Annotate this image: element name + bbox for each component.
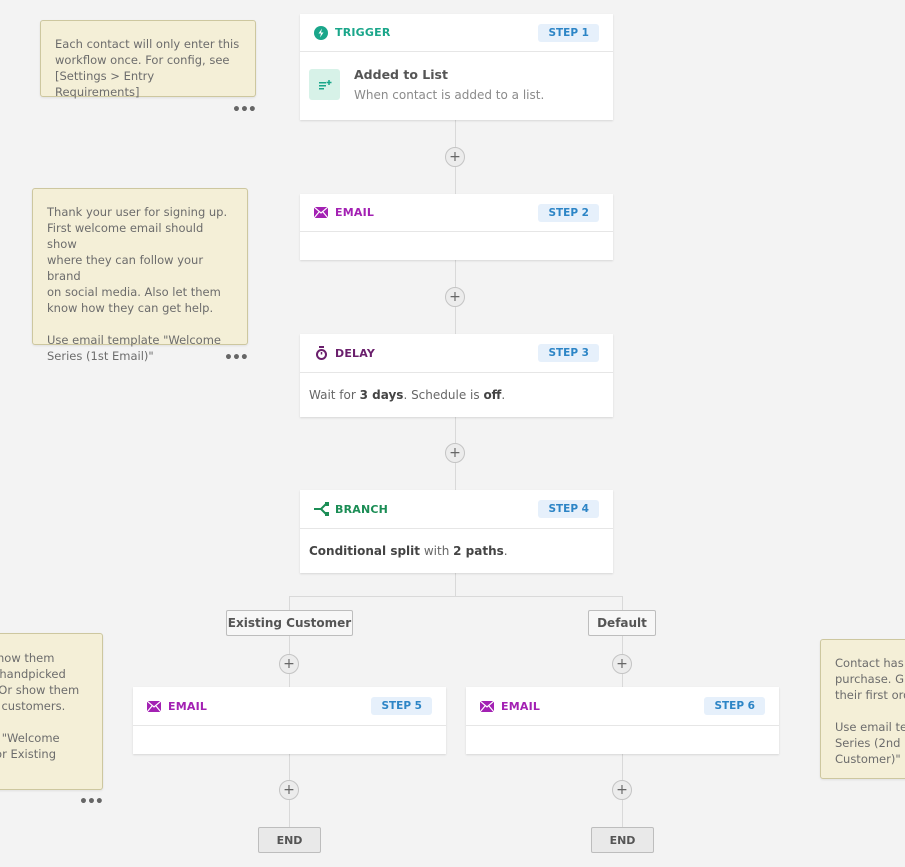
step-type: BRANCH (335, 502, 389, 516)
add-step-button[interactable]: + (612, 654, 632, 674)
branch-type: Conditional split (309, 544, 421, 558)
trigger-card[interactable]: TRIGGER STEP 1 Added to List When contac… (300, 14, 613, 120)
delay-summary: Wait for 3 days. Schedule is off. (300, 373, 613, 417)
delay-text: Wait for (309, 388, 360, 402)
email-card-step-5[interactable]: EMAIL STEP 5 (133, 687, 446, 754)
note-menu-button[interactable]: ••• (224, 350, 249, 366)
add-step-button[interactable]: + (445, 287, 465, 307)
trigger-subtitle: When contact is added to a list. (354, 88, 545, 102)
schedule-state: off (483, 388, 502, 402)
envelope-icon (479, 698, 495, 714)
step-badge: STEP 1 (538, 23, 599, 42)
envelope-icon (146, 698, 162, 714)
step-badge: STEP 2 (538, 203, 599, 222)
stopwatch-icon (313, 345, 329, 361)
branch-label-default[interactable]: Default (588, 610, 656, 636)
trigger-title: Added to List (354, 67, 448, 82)
branch-text: . (503, 544, 508, 558)
step-type: EMAIL (168, 699, 208, 713)
delay-text: . (501, 388, 506, 402)
add-step-button[interactable]: + (612, 780, 632, 800)
branch-icon (313, 501, 329, 517)
branch-card[interactable]: BRANCH STEP 4 Conditional split with 2 p… (300, 490, 613, 573)
note-default[interactable]: Contact has n purchase. Giv their first … (820, 639, 905, 779)
branch-label-existing-customer[interactable]: Existing Customer (226, 610, 353, 636)
step-badge: STEP 4 (538, 500, 599, 518)
add-step-button[interactable]: + (445, 147, 465, 167)
connector (289, 596, 623, 597)
delay-duration: 3 days (359, 388, 404, 402)
note-entry[interactable]: Each contact will only enter this workfl… (40, 20, 256, 99)
envelope-icon (313, 205, 329, 221)
branch-summary: Conditional split with 2 paths. (300, 529, 613, 573)
end-node: END (258, 827, 321, 853)
email-card-step-6[interactable]: EMAIL STEP 6 (466, 687, 779, 754)
add-step-button[interactable]: + (445, 443, 465, 463)
step-type: EMAIL (501, 699, 541, 713)
connector (455, 573, 456, 596)
step-badge: STEP 6 (704, 697, 765, 715)
add-step-button[interactable]: + (279, 654, 299, 674)
delay-text: . Schedule is (403, 388, 484, 402)
note-welcome[interactable]: Thank your user for signing up. First we… (32, 188, 248, 363)
lightning-icon (313, 25, 329, 41)
note-menu-button[interactable]: ••• (232, 102, 257, 118)
step-badge: STEP 3 (538, 344, 599, 362)
step-badge: STEP 5 (371, 697, 432, 715)
step-type: EMAIL (335, 206, 375, 219)
branch-paths: 2 paths (453, 544, 504, 558)
branch-text: with (420, 544, 454, 558)
add-step-button[interactable]: + (279, 780, 299, 800)
step-type: TRIGGER (335, 26, 391, 39)
list-add-icon (309, 69, 340, 100)
step-type: DELAY (335, 346, 376, 360)
note-existing[interactable]: show them r handpicked . Or show them y … (0, 633, 103, 790)
delay-card[interactable]: DELAY STEP 3 Wait for 3 days. Schedule i… (300, 334, 613, 417)
email-card-step-2[interactable]: EMAIL STEP 2 (300, 194, 613, 260)
end-node: END (591, 827, 654, 853)
note-menu-button[interactable]: ••• (79, 794, 104, 810)
